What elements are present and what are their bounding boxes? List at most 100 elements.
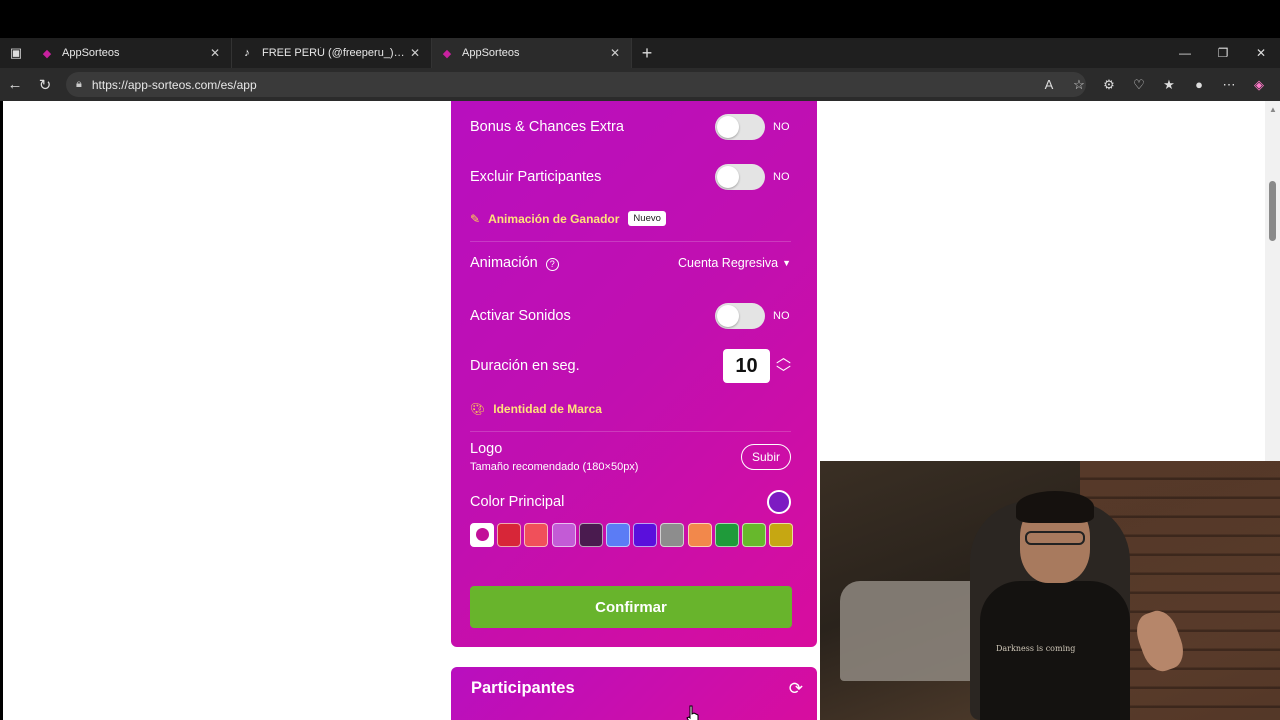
animacion-select[interactable]: Cuenta Regresiva ▼ [678, 256, 791, 270]
top-black-bar [0, 0, 1280, 38]
participantes-panel: Participantes ⟳ [451, 667, 817, 720]
close-tab-icon[interactable]: ✕ [607, 46, 623, 60]
color-swatch[interactable] [605, 523, 630, 547]
read-aloud-icon[interactable]: A [1034, 77, 1064, 92]
favorites-icon[interactable]: ★ [1154, 77, 1184, 93]
more-menu-icon[interactable]: ⋯ [1214, 77, 1244, 93]
color-label: Color Principal [470, 494, 565, 510]
minimize-icon[interactable]: — [1166, 38, 1204, 68]
bonus-toggle[interactable] [715, 114, 765, 140]
tab-title: FREE PERÚ (@freeperu_) | TikTok [262, 47, 407, 59]
palette-icon: 🎨︎ [470, 402, 486, 416]
webcam-overlay: Darkness is coming [820, 461, 1280, 720]
decrement-chevron-down-icon[interactable]: ﹀ [776, 366, 791, 382]
back-icon[interactable]: ← [0, 68, 30, 101]
new-tab-icon[interactable]: + [632, 43, 662, 64]
person-glasses [1025, 531, 1085, 545]
scrollbar-thumb[interactable] [1269, 181, 1276, 241]
stepper-arrows: ︿ ﹀ [776, 350, 791, 382]
increment-chevron-up-icon[interactable]: ︿ [776, 350, 791, 366]
bonus-toggle-wrap: NO [715, 114, 791, 140]
color-swatch[interactable] [687, 523, 712, 547]
bonus-label: Bonus & Chances Extra [470, 119, 624, 135]
animacion-select-value: Cuenta Regresiva [678, 256, 779, 270]
color-swatch[interactable] [741, 523, 766, 547]
color-swatch[interactable] [633, 523, 658, 547]
duracion-label: Duración en seg. [470, 358, 580, 374]
sonidos-toggle-state: NO [773, 310, 790, 322]
color-swatch[interactable] [660, 523, 685, 547]
close-tab-icon[interactable]: ✕ [207, 46, 223, 60]
toggle-knob [717, 116, 739, 138]
favorite-star-icon[interactable]: ☆ [1064, 77, 1094, 93]
color-swatch[interactable] [578, 523, 603, 547]
copilot-icon[interactable]: ◈ [1244, 77, 1274, 93]
logo-label-group: Logo Tamaño recomendado (180×50px) [470, 441, 638, 473]
address-bar-icons: A ☆ ⚙ ♡ ★ ● ⋯ ◈ [1034, 68, 1274, 101]
divider [470, 431, 791, 432]
sonidos-row: Activar Sonidos NO [470, 303, 791, 329]
url-field[interactable]: 🔒︎ https://app-sorteos.com/es/app [66, 72, 1086, 97]
marca-section-title: Identidad de Marca [493, 402, 602, 416]
participantes-title: Participantes [471, 679, 575, 697]
color-row: Color Principal [470, 490, 791, 514]
color-swatch[interactable] [470, 523, 494, 547]
color-swatch[interactable] [524, 523, 549, 547]
toggle-knob [717, 166, 739, 188]
reload-icon[interactable]: ↻ [30, 68, 60, 101]
subir-button[interactable]: Subir [740, 444, 791, 470]
tab-appsorteos-active[interactable]: ◆ AppSorteos ✕ [432, 38, 632, 68]
color-swatch[interactable] [769, 523, 794, 547]
confirmar-button[interactable]: Confirmar [470, 586, 792, 628]
close-tab-icon[interactable]: ✕ [407, 46, 423, 60]
browser-essentials-icon[interactable]: ♡ [1124, 77, 1154, 93]
color-swatches [470, 523, 796, 547]
selected-color-picker[interactable] [767, 490, 791, 514]
nuevo-badge: Nuevo [628, 211, 666, 226]
tab-title: AppSorteos [462, 47, 520, 59]
sonidos-label: Activar Sonidos [470, 308, 571, 324]
sonidos-toggle[interactable] [715, 303, 765, 329]
appsorteos-favicon-icon: ◆ [442, 47, 452, 60]
pencil-icon: ✎ [470, 211, 481, 226]
close-window-icon[interactable]: ✕ [1242, 38, 1280, 68]
animacion-label-text: Animación [470, 255, 538, 271]
duracion-input[interactable]: 10 [722, 349, 770, 383]
excluir-toggle[interactable] [715, 164, 765, 190]
animacion-section-title: Animación de Ganador [488, 211, 620, 226]
extensions-icon[interactable]: ⚙ [1094, 77, 1124, 93]
marca-section-header: 🎨︎ Identidad de Marca [470, 402, 602, 416]
toggle-knob [717, 305, 739, 327]
logo-hint: Tamaño recomendado (180×50px) [470, 461, 639, 473]
animacion-section-header: ✎ Animación de Ganador Nuevo [470, 211, 666, 226]
excluir-label: Excluir Participantes [470, 169, 602, 185]
color-swatch[interactable] [714, 523, 739, 547]
tab-tiktok[interactable]: ♪ FREE PERÚ (@freeperu_) | TikTok ✕ [232, 38, 432, 68]
animacion-row: Animación? Cuenta Regresiva ▼ [470, 255, 791, 271]
restore-icon[interactable]: ❐ [1204, 38, 1242, 68]
tiktok-favicon-icon: ♪ [244, 47, 250, 59]
divider [470, 241, 791, 242]
excluir-row: Excluir Participantes NO [470, 164, 791, 190]
color-swatch[interactable] [497, 523, 522, 547]
refresh-icon[interactable]: ⟳ [789, 679, 803, 699]
scroll-up-icon[interactable]: ▲ [1269, 105, 1277, 114]
window-controls: — ❐ ✕ [1166, 38, 1280, 68]
tab-strip: ▣ ◆ AppSorteos ✕ ♪ FREE PERÚ (@freeperu_… [0, 38, 1280, 68]
logo-row: Logo Tamaño recomendado (180×50px) Subir [470, 441, 791, 473]
excluir-toggle-state: NO [773, 171, 790, 183]
tab-actions-icon[interactable]: ▣ [0, 38, 32, 68]
color-swatch[interactable] [551, 523, 576, 547]
lock-icon[interactable]: 🔒︎ [76, 78, 82, 91]
tab-appsorteos-1[interactable]: ◆ AppSorteos ✕ [32, 38, 232, 68]
address-bar: ← ↻ 🔒︎ https://app-sorteos.com/es/app A … [0, 68, 1280, 101]
hand-cursor-icon [686, 705, 699, 720]
logo-label: Logo [470, 441, 503, 457]
profile-avatar-icon[interactable]: ● [1184, 77, 1214, 92]
shirt-text: Darkness is coming [996, 644, 1076, 653]
tab-title: AppSorteos [62, 47, 120, 59]
person-hair [1016, 491, 1094, 523]
help-icon[interactable]: ? [545, 257, 559, 271]
bonus-toggle-state: NO [773, 121, 790, 133]
animacion-label: Animación? [470, 255, 559, 271]
